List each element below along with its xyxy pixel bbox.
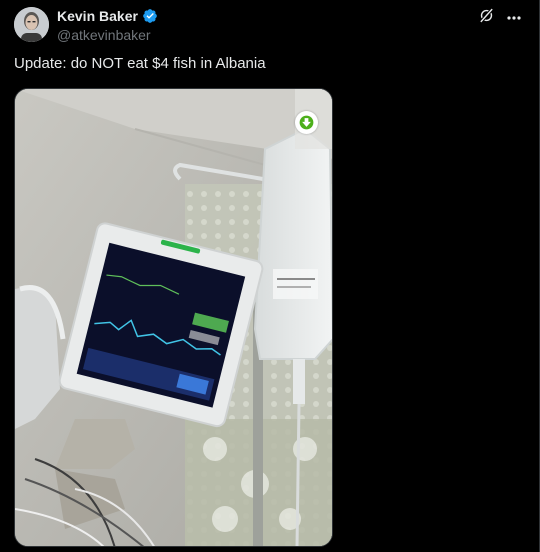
avatar-image bbox=[14, 7, 49, 42]
hospital-room-photo bbox=[15, 89, 332, 546]
tweet-text: Update: do NOT eat $4 fish in Albania bbox=[14, 55, 266, 72]
avatar[interactable] bbox=[14, 7, 49, 42]
tweet-photo[interactable] bbox=[14, 88, 333, 547]
tweet-card: Kevin Baker @atkevinbaker Update: do NOT bbox=[0, 0, 540, 552]
verified-badge-icon bbox=[142, 8, 158, 24]
more-options-icon[interactable] bbox=[507, 8, 521, 24]
grok-icon[interactable] bbox=[478, 7, 495, 24]
download-arrow-icon[interactable] bbox=[295, 111, 318, 134]
display-name[interactable]: Kevin Baker bbox=[57, 8, 138, 24]
author-handle[interactable]: @atkevinbaker bbox=[57, 27, 151, 43]
tweet-header-actions bbox=[478, 7, 521, 24]
author-name-row[interactable]: Kevin Baker bbox=[57, 8, 158, 24]
